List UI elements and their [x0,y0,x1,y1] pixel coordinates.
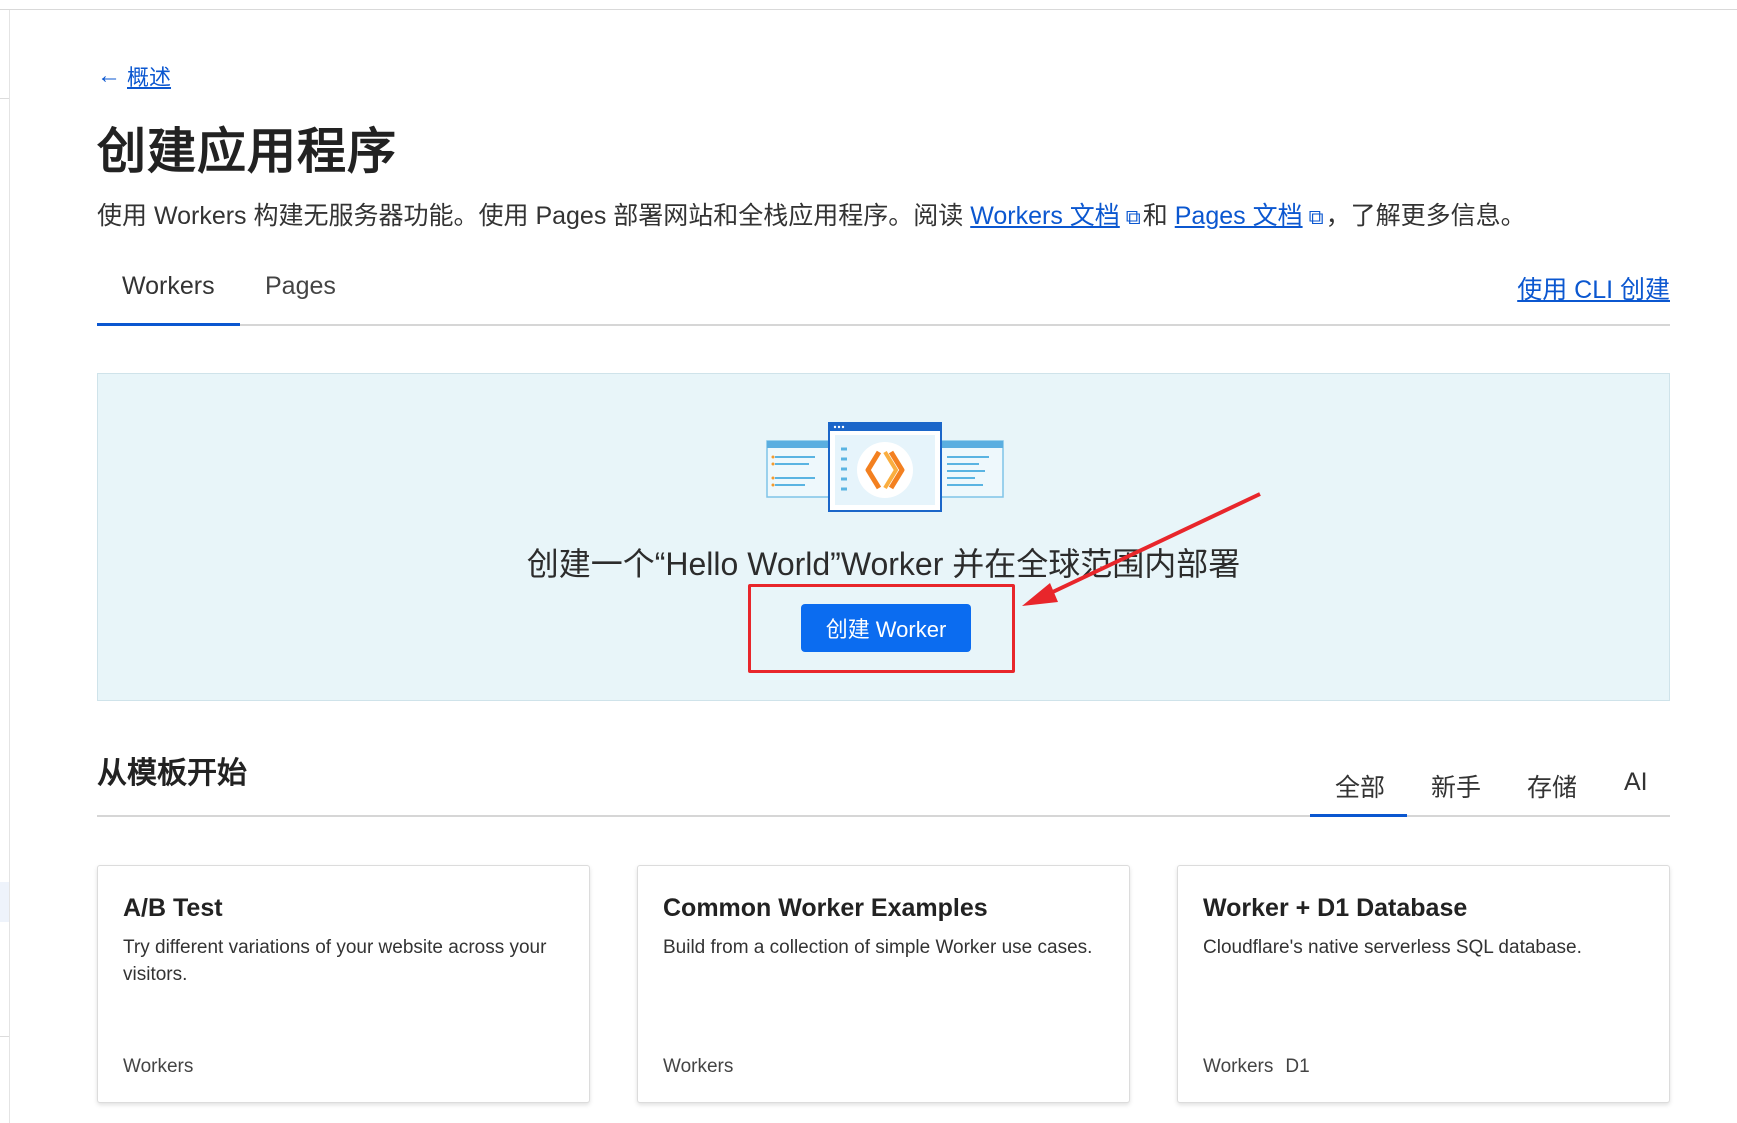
breadcrumb: ← 概述 [97,60,171,92]
filter-all[interactable]: 全部 [1335,768,1385,804]
description-prefix: 使用 Workers 构建无服务器功能。使用 Pages 部署网站和全栈应用程序… [97,202,971,230]
external-link-icon: ⧉ [1308,206,1324,229]
filter-ai[interactable]: AI [1624,768,1648,797]
arrow-left-icon[interactable]: ← [97,64,121,88]
description-suffix: ，了解更多信息。 [1325,202,1526,230]
card-description: Try different variations of your website… [123,937,547,985]
card-tag: Workers [663,1056,734,1077]
filter-beginner[interactable]: 新手 [1431,768,1481,804]
card-tags: Workers D1 [1203,1056,1310,1078]
card-description: Cloudflare's native serverless SQL datab… [1203,937,1582,958]
filter-storage[interactable]: 存储 [1527,768,1577,804]
workers-docs-link[interactable]: Workers 文档 [970,202,1120,230]
card-tags: Workers [663,1056,733,1078]
annotation-highlight-box [748,584,1015,673]
active-tab-indicator [97,323,240,326]
page-description: 使用 Workers 构建无服务器功能。使用 Pages 部署网站和全栈应用程序… [97,196,1526,232]
active-filter-indicator [1310,814,1407,817]
left-panel-selected-item [0,882,9,922]
top-border [0,9,1737,10]
card-tags: Workers [123,1056,193,1078]
external-link-icon: ⧉ [1125,206,1141,229]
template-card-ab-test[interactable]: A/B Test Try different variations of you… [97,865,590,1103]
left-panel-divider [0,1036,9,1037]
tab-bar: Workers Pages 使用 CLI 创建 [97,268,1670,326]
create-with-cli-link[interactable]: 使用 CLI 创建 [1517,270,1670,306]
pages-docs-link[interactable]: Pages 文档 [1175,202,1303,230]
hello-world-heading: 创建一个“Hello World”Worker 并在全球范围内部署 [526,546,1241,582]
template-filter-bar: 全部 新手 存储 AI [97,760,1670,817]
card-title: A/B Test [123,894,223,922]
template-card-common-worker-examples[interactable]: Common Worker Examples Build from a coll… [637,865,1130,1103]
tab-workers[interactable]: Workers [122,272,215,301]
left-panel-divider [0,98,9,99]
card-tag: Workers [1203,1056,1274,1077]
page-title: 创建应用程序 [97,125,398,179]
description-middle: 和 [1142,202,1175,230]
card-description: Build from a collection of simple Worker… [663,937,1093,958]
card-title: Worker + D1 Database [1203,894,1468,922]
left-panel-edge [9,10,10,1123]
card-tag: Workers [123,1056,194,1077]
back-overview-link[interactable]: 概述 [127,60,171,92]
tab-pages[interactable]: Pages [265,272,336,301]
workers-code-illustration [766,422,1004,512]
card-tag: D1 [1285,1056,1310,1077]
template-card-worker-d1-database[interactable]: Worker + D1 Database Cloudflare's native… [1177,865,1670,1103]
card-title: Common Worker Examples [663,894,988,922]
